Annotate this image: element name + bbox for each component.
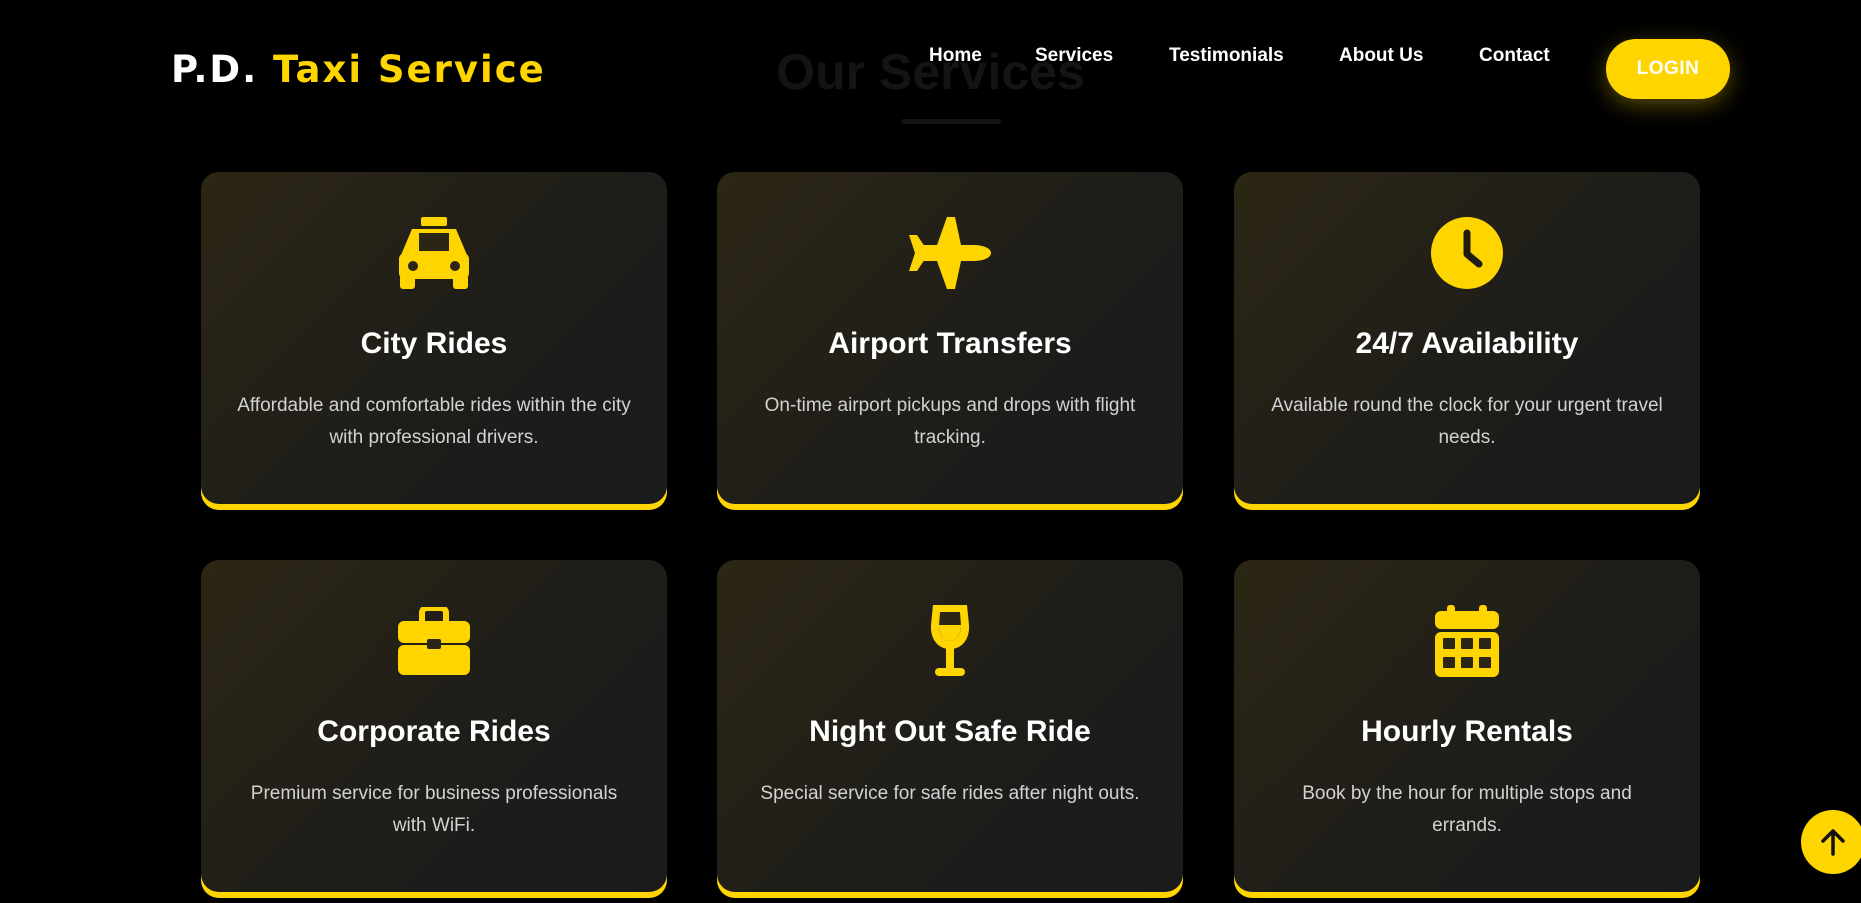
service-card-night-out-safe-ride[interactable]: Night Out Safe Ride Special service for … — [717, 560, 1183, 898]
plane-icon — [717, 216, 1183, 290]
nav-link-services[interactable]: Services — [1035, 44, 1113, 68]
service-card-corporate-rides[interactable]: Corporate Rides Premium service for busi… — [201, 560, 667, 898]
service-title: 24/7 Availability — [1355, 327, 1579, 360]
service-description: Book by the hour for multiple stops and … — [1302, 783, 1632, 836]
service-title: Corporate Rides — [317, 715, 551, 748]
login-button[interactable]: LOGIN — [1606, 39, 1730, 99]
brand-name: Taxi Service — [273, 48, 546, 91]
service-card-hourly-rentals[interactable]: Hourly Rentals Book by the hour for mult… — [1234, 560, 1700, 898]
service-description: Affordable and comfortable rides within … — [237, 395, 631, 448]
service-title: Hourly Rentals — [1361, 715, 1573, 748]
scroll-to-top-button[interactable] — [1801, 810, 1861, 874]
service-title: Airport Transfers — [828, 327, 1072, 360]
service-card-24-7-availability[interactable]: 24/7 Availability Available round the cl… — [1234, 172, 1700, 510]
service-description: Available round the clock for your urgen… — [1271, 395, 1663, 448]
brand-initials: P.D. — [171, 48, 259, 91]
wine-glass-icon — [717, 604, 1183, 678]
nav-link-testimonials[interactable]: Testimonials — [1169, 44, 1284, 68]
section-title-underline — [901, 119, 1001, 124]
service-title: City Rides — [360, 327, 508, 360]
clock-icon — [1234, 216, 1700, 290]
service-card-city-rides[interactable]: City Rides Affordable and comfortable ri… — [201, 172, 667, 510]
page: Our Services P.D. Taxi Service Home Serv… — [0, 0, 1861, 903]
arrow-up-icon — [1821, 829, 1845, 856]
taxi-icon — [201, 216, 667, 290]
nav-link-contact[interactable]: Contact — [1479, 44, 1550, 68]
service-title: Night Out Safe Ride — [809, 715, 1091, 748]
brand-logo[interactable]: P.D. Taxi Service — [171, 48, 546, 92]
nav-link-home[interactable]: Home — [929, 44, 982, 68]
nav-link-about-us[interactable]: About Us — [1339, 44, 1423, 68]
service-description: On-time airport pickups and drops with f… — [764, 395, 1136, 448]
service-description: Special service for safe rides after nig… — [760, 783, 1140, 804]
service-card-airport-transfers[interactable]: Airport Transfers On-time airport pickup… — [717, 172, 1183, 510]
briefcase-icon — [201, 604, 667, 678]
calendar-icon — [1234, 604, 1700, 678]
service-description: Premium service for business professiona… — [250, 783, 618, 836]
